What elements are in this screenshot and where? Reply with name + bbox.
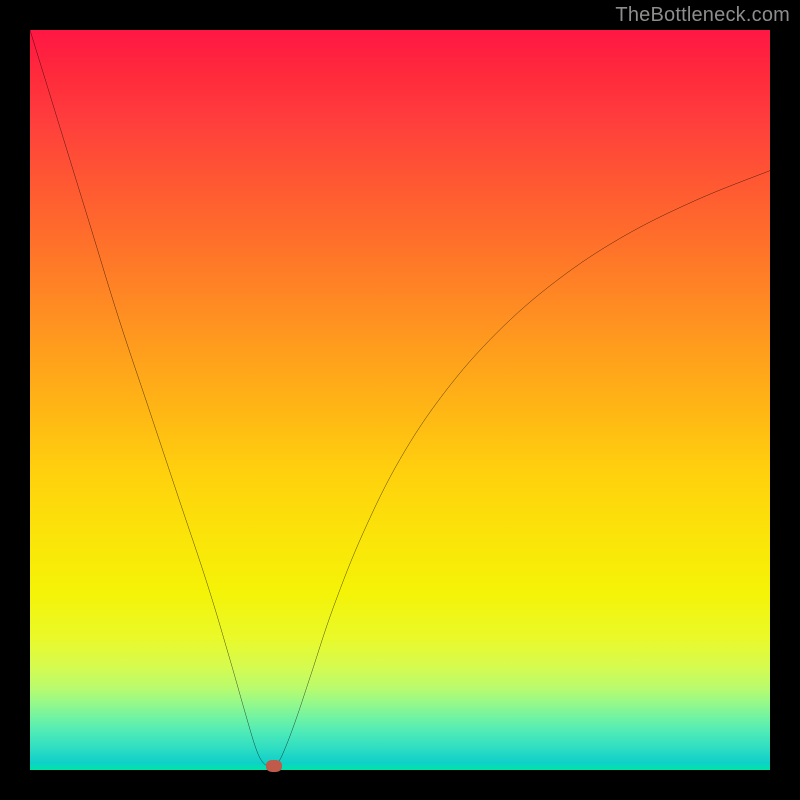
bottleneck-curve	[30, 30, 770, 770]
chart-frame: TheBottleneck.com	[0, 0, 800, 800]
optimal-point-marker	[266, 760, 282, 772]
watermark-text: TheBottleneck.com	[615, 4, 790, 27]
plot-area	[30, 30, 770, 770]
